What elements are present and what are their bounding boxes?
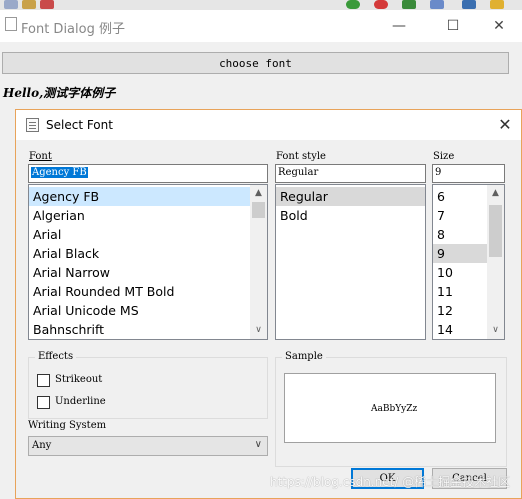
- list-item[interactable]: Regular: [276, 187, 425, 206]
- list-item[interactable]: Agency FB: [29, 187, 250, 206]
- size-label: Size: [433, 151, 455, 162]
- list-item[interactable]: Arial Narrow: [29, 263, 250, 282]
- list-item[interactable]: 6: [433, 187, 487, 206]
- list-item[interactable]: 11: [433, 282, 487, 301]
- run-icon[interactable]: [346, 0, 360, 9]
- list-item[interactable]: 10: [433, 263, 487, 282]
- watermark-text: https://blog.csdn.net/ @稀土掘金技术社区: [270, 475, 511, 489]
- underline-checkbox[interactable]: [37, 396, 50, 409]
- list-item[interactable]: Arial: [29, 225, 250, 244]
- writing-system-combobox[interactable]: Any ∨: [28, 436, 268, 456]
- font-name-input-value: Agency FB: [31, 167, 88, 178]
- scrollbar-thumb[interactable]: [489, 205, 502, 257]
- effects-groupbox: [28, 357, 268, 419]
- size-list-scrollbar[interactable]: ▲ ∨: [487, 185, 504, 339]
- writing-system-value: Any: [32, 440, 52, 451]
- font-style-listbox[interactable]: Regular Bold: [275, 184, 426, 340]
- python-icon[interactable]: [462, 0, 476, 9]
- chevron-down-icon: ∨: [254, 439, 262, 450]
- font-list-scrollbar[interactable]: ▲ ∨: [250, 185, 267, 339]
- dialog-titlebar: Select Font ✕: [16, 110, 521, 140]
- dialog-icon: [26, 118, 39, 132]
- sample-label: Sample: [282, 351, 326, 362]
- list-item[interactable]: Arial Unicode MS: [29, 301, 250, 320]
- list-item[interactable]: Arial Rounded MT Bold: [29, 282, 250, 301]
- size-listbox[interactable]: 6 7 8 9 10 11 12 14 ▲ ∨: [432, 184, 505, 340]
- font-style-input[interactable]: Regular: [275, 164, 426, 183]
- strikeout-checkbox[interactable]: [37, 374, 50, 387]
- close-icon[interactable]: ✕: [495, 115, 515, 135]
- sample-text: AaBbYyZz: [371, 404, 418, 414]
- select-font-dialog: Select Font ✕ Font Font style Size Agenc…: [15, 109, 522, 499]
- scrollbar-thumb[interactable]: [252, 202, 265, 218]
- toolbar-icon[interactable]: [402, 0, 416, 9]
- scroll-up-icon[interactable]: ▲: [487, 185, 504, 202]
- stop-icon[interactable]: [374, 0, 388, 9]
- list-item[interactable]: 9: [433, 244, 487, 263]
- scroll-up-icon[interactable]: ▲: [250, 185, 267, 202]
- list-item[interactable]: Arial Black: [29, 244, 250, 263]
- font-name-input[interactable]: Agency FB: [28, 164, 268, 183]
- hello-label: Hello,测试字体例子: [3, 86, 116, 100]
- writing-system-label: Writing System: [28, 420, 107, 431]
- underline-label[interactable]: Underline: [55, 396, 106, 407]
- chevron-down-icon[interactable]: ∨: [487, 322, 504, 339]
- font-listbox[interactable]: Agency FB Algerian Arial Arial Black Ari…: [28, 184, 268, 340]
- chevron-down-icon[interactable]: ∨: [250, 322, 267, 339]
- strikeout-label[interactable]: Strikeout: [55, 374, 102, 385]
- ide-toolbar-strip: [0, 0, 522, 10]
- app-icon: [5, 17, 17, 31]
- choose-font-button[interactable]: choose font: [2, 52, 509, 74]
- toolbar-icon[interactable]: [430, 0, 444, 9]
- list-item[interactable]: 7: [433, 206, 487, 225]
- python-icon[interactable]: [490, 0, 504, 9]
- font-style-label: Font style: [276, 151, 326, 162]
- maximize-icon[interactable]: ☐: [430, 10, 476, 42]
- font-label: Font: [29, 151, 52, 162]
- main-window-titlebar: Font Dialog 例子 — ☐ ✕: [0, 10, 522, 42]
- list-item[interactable]: Bahnschrift: [29, 320, 250, 339]
- toolbar-icon[interactable]: [22, 0, 36, 9]
- list-item[interactable]: Algerian: [29, 206, 250, 225]
- main-window-title: Font Dialog 例子: [21, 22, 125, 37]
- toolbar-icon[interactable]: [40, 0, 54, 9]
- list-item[interactable]: Bold: [276, 206, 425, 225]
- size-input[interactable]: 9: [432, 164, 505, 183]
- list-item[interactable]: 14: [433, 320, 487, 339]
- list-item[interactable]: 12: [433, 301, 487, 320]
- close-icon[interactable]: ✕: [476, 10, 522, 42]
- minimize-icon[interactable]: —: [376, 10, 422, 42]
- list-item[interactable]: 8: [433, 225, 487, 244]
- effects-label: Effects: [35, 351, 77, 362]
- dialog-title: Select Font: [46, 118, 113, 132]
- toolbar-icon[interactable]: [4, 0, 18, 9]
- sample-preview: AaBbYyZz: [284, 373, 496, 443]
